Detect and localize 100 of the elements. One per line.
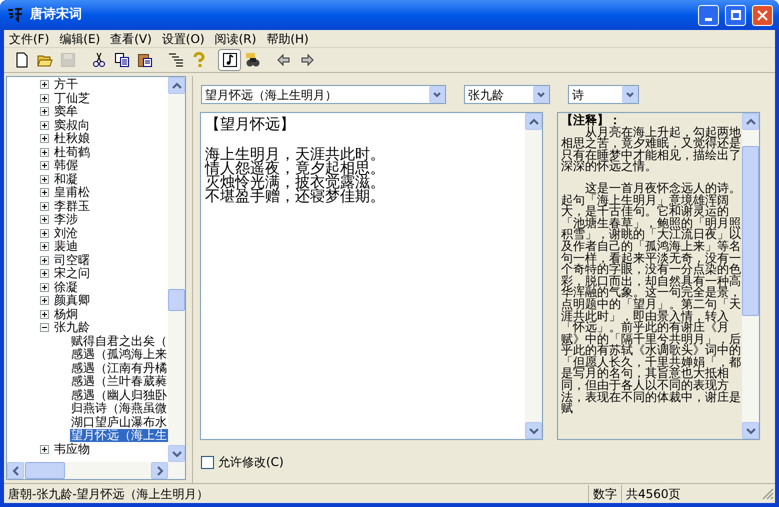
poem-line: 情人怨遥夜，竟夕起相思。: [205, 161, 385, 175]
tree-item[interactable]: 方干: [53, 78, 79, 92]
expand-icon[interactable]: [40, 310, 49, 319]
menu-item[interactable]: 查看(V): [105, 30, 157, 46]
tree-item[interactable]: 赋得自君之出矣（: [70, 334, 168, 348]
menu-item[interactable]: 编辑(E): [54, 30, 106, 46]
vertical-scrollbar[interactable]: [168, 77, 185, 462]
expand-icon[interactable]: [40, 148, 49, 157]
expand-icon[interactable]: [40, 134, 49, 144]
notes-heading: 【注释】：: [561, 115, 621, 127]
poem-line: 灭烛怜光满，披衣觉露滋。: [205, 175, 385, 189]
scroll-down-button[interactable]: [168, 445, 185, 462]
expand-icon[interactable]: [40, 188, 49, 198]
scroll-down-button[interactable]: [742, 422, 759, 439]
poem-title: 【望月怀远】: [205, 115, 296, 133]
notes-text-area[interactable]: [557, 112, 760, 440]
notes-paragraph: 从月亮在海上升起，勾起两地相思之苦，竟夕难眠，又觉得还是只有在睡梦中才能相见，描绘出了深深的怀远之情。: [561, 126, 741, 173]
minimize-button[interactable]: [698, 4, 719, 26]
poem-line: 不堪盈手赠，还寝梦佳期。: [205, 189, 385, 203]
tree-item[interactable]: 裴迪: [53, 240, 79, 254]
tree-item[interactable]: 丁仙芝: [53, 92, 91, 105]
dropdown[interactable]: 望月怀远（海上生明月）: [201, 85, 446, 104]
expand-icon[interactable]: [40, 107, 49, 116]
tree-item[interactable]: 窦牟: [53, 105, 79, 118]
tree-item[interactable]: 颜真卿: [53, 294, 91, 308]
tree-item[interactable]: 司空曙: [53, 254, 91, 267]
vertical-scrollbar[interactable]: [525, 113, 542, 439]
tree-item[interactable]: 归燕诗（海燕虽微: [70, 402, 168, 416]
scroll-down-button[interactable]: [525, 422, 542, 439]
close-button[interactable]: [752, 4, 773, 26]
list-icon: [168, 52, 184, 68]
status-pages: 共4560页: [621, 484, 761, 502]
menu-item[interactable]: 文件(F): [4, 30, 54, 46]
scroll-thumb[interactable]: [25, 462, 65, 479]
maximize-button[interactable]: [725, 4, 746, 26]
close-icon: [757, 10, 768, 20]
expand-icon[interactable]: [40, 94, 49, 103]
scissors-icon: [90, 52, 106, 68]
app-icon: [6, 6, 24, 24]
scroll-up-button[interactable]: [525, 113, 542, 130]
expand-icon[interactable]: [40, 256, 49, 265]
copy-icon: [114, 52, 130, 68]
expand-icon[interactable]: [40, 242, 49, 252]
expand-icon[interactable]: [40, 228, 49, 238]
expand-icon[interactable]: [40, 444, 49, 454]
vertical-scrollbar[interactable]: [742, 113, 759, 439]
window-title: 唐诗宋词: [30, 6, 83, 24]
left-arrow-icon: [276, 52, 292, 68]
expand-icon[interactable]: [40, 269, 49, 278]
tree-item[interactable]: 杜秋娘: [53, 132, 91, 146]
expand-icon[interactable]: [40, 215, 49, 224]
checkbox-label[interactable]: 允许修改(C): [218, 453, 284, 471]
tree-item[interactable]: 感遇（孤鸿海上来: [70, 348, 168, 362]
tree-item[interactable]: 皇甫松: [53, 186, 91, 200]
tree-item[interactable]: 窦叔向: [53, 118, 91, 132]
tree-item[interactable]: 韩偓: [53, 159, 79, 172]
menu-item[interactable]: 帮助(H): [261, 30, 314, 46]
dropdown[interactable]: 张九龄: [464, 85, 550, 104]
new-file-icon: [14, 52, 30, 68]
tree-item[interactable]: 韦应物: [53, 442, 91, 456]
poem-text-area[interactable]: 【望月怀远】 海上生明月，天涯共此时。 情人怨遥夜，竟夕起相思。 灭烛怜光满，披衣觉露滋。 不堪盈手赠，还寝梦佳期。: [200, 112, 543, 440]
tree-item[interactable]: 宋之问: [53, 267, 91, 280]
expand-icon[interactable]: [40, 161, 49, 170]
resize-grip-icon[interactable]: [761, 486, 775, 500]
tree-item[interactable]: 和凝: [53, 172, 79, 186]
scroll-thumb[interactable]: [742, 146, 759, 316]
expand-icon[interactable]: [40, 296, 49, 306]
scroll-up-button[interactable]: [742, 113, 759, 130]
expand-icon[interactable]: [40, 282, 49, 292]
collapse-icon[interactable]: [40, 323, 49, 332]
scroll-right-button[interactable]: [151, 462, 168, 479]
tree-item[interactable]: 李涉: [53, 213, 79, 226]
tree-item[interactable]: 杨炯: [53, 308, 79, 321]
menu-item[interactable]: 设置(O): [156, 30, 210, 46]
clipboard-icon: [136, 52, 152, 68]
tree-item[interactable]: 张九龄: [53, 321, 91, 334]
binoculars-icon: [244, 52, 260, 68]
expand-icon[interactable]: [40, 202, 49, 211]
checkbox[interactable]: [201, 456, 214, 468]
expand-icon[interactable]: [40, 174, 49, 184]
question-mark-icon: [190, 52, 206, 68]
scroll-thumb[interactable]: [168, 289, 185, 311]
tree-item[interactable]: 湖口望庐山瀑布水: [70, 416, 168, 429]
expand-icon[interactable]: [40, 120, 49, 130]
dropdown[interactable]: 诗: [568, 85, 639, 104]
expand-icon[interactable]: [40, 80, 49, 90]
menu-item[interactable]: 阅读(R): [210, 30, 262, 46]
scroll-left-button[interactable]: [7, 462, 24, 479]
tree-item[interactable]: 感遇（幽人归独卧: [70, 388, 168, 402]
scroll-up-button[interactable]: [168, 77, 185, 94]
tree-item[interactable]: 望月怀远（海上生: [70, 429, 168, 442]
tree-item[interactable]: 感遇（江南有丹橘: [70, 362, 168, 375]
notes-paragraph: 这是一首月夜怀念远人的诗。起句「海上生明月」意境雄浑阔大，是千古佳句。它和谢灵运的「池塘生春草」，鲍照的「明月照积雪」，谢眺的「大江流日夜」以及作者自己的「孤鸿海上来」等名句一样，看起来平淡无奇，没有一个奇特的字眼，没有一分点染的色彩，脱口而出，却自然具有一种高华浑融的气象。这一句完全是景，点明题中的「望月」。第二句「天涯共此时」，即由景入情，转入「怀远」。前乎此的有谢庄《月赋》中的「隔千里兮共明月」，后乎此的有苏轼《水调歌头》词中的「但愿人长久，千里共婵娟「，都是写月的名句，其旨意也大抵相同，但由于各人以不同的表现方法，表现在不同的体裁中，谢庄是赋: [561, 182, 741, 415]
horizontal-scrollbar[interactable]: [7, 462, 185, 479]
tree-item[interactable]: 杜荀鹤: [53, 146, 91, 159]
tree-item[interactable]: 李群玉: [53, 200, 91, 213]
tree-item[interactable]: 刘沧: [53, 226, 79, 240]
toolbar-button[interactable]: [218, 49, 241, 71]
tree-item[interactable]: 感遇（兰叶春葳蕤: [70, 375, 168, 388]
tree-item[interactable]: 徐凝: [53, 280, 79, 294]
